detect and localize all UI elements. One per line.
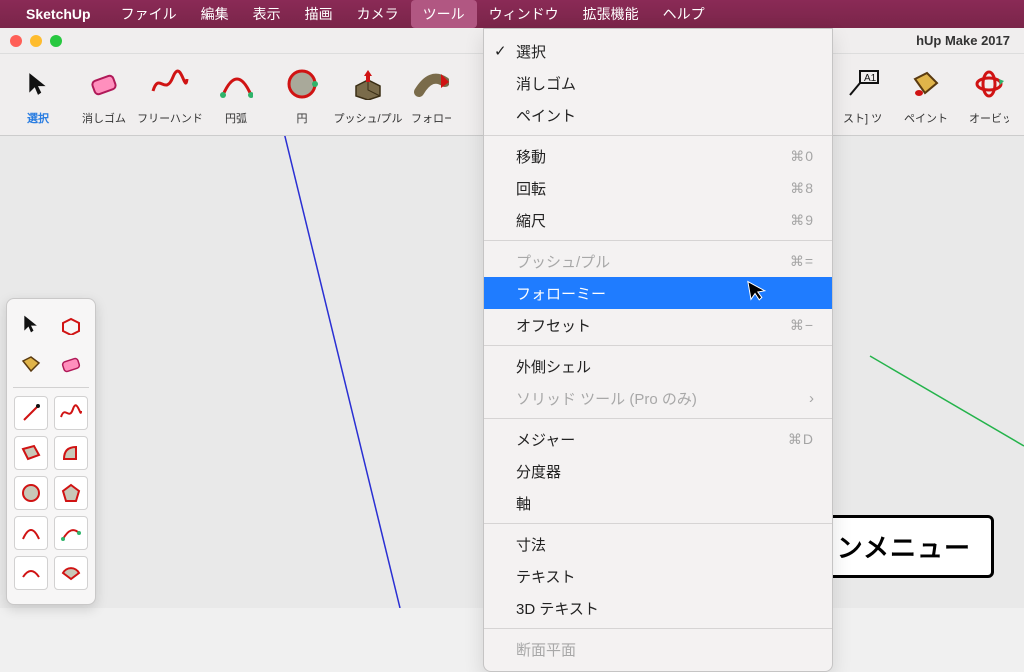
menu-item-pushpull[interactable]: プッシュ/プル⌘= (484, 245, 832, 277)
palette-rectangle[interactable] (14, 436, 48, 470)
palette-freehand[interactable] (54, 396, 88, 430)
menu-separator (484, 523, 832, 524)
tool-arc[interactable]: 円弧 (208, 64, 264, 126)
tool-label: プッシュ/プル (333, 110, 402, 126)
menu-item-section[interactable]: 断面平面 (484, 633, 832, 665)
palette-rotated-rect[interactable] (54, 436, 88, 470)
menu-window[interactable]: ウィンドウ (477, 0, 571, 28)
blue-axis (280, 136, 400, 608)
tool-eraser[interactable]: 消しゴム (76, 64, 132, 126)
tool-text[interactable]: A1 スト] ツール (838, 64, 888, 126)
app-name[interactable]: SketchUp (26, 6, 91, 22)
palette-eraser[interactable] (54, 347, 88, 381)
close-button[interactable] (10, 35, 22, 47)
menu-separator (484, 345, 832, 346)
menu-item-solidtools: ソリッド ツール (Pro のみ)› (484, 382, 832, 414)
menu-item-followme[interactable]: フォローミー (484, 277, 832, 309)
menu-tools[interactable]: ツール (411, 0, 477, 28)
pushpull-icon (348, 64, 388, 104)
menu-item-offset[interactable]: オフセット⌘− (484, 309, 832, 341)
tools-dropdown: 選択 消しゴム ペイント 移動⌘0 回転⌘8 縮尺⌘9 プッシュ/プル⌘= フォ… (483, 28, 833, 672)
eraser-icon (84, 64, 124, 104)
menu-file[interactable]: ファイル (109, 0, 189, 28)
menu-extensions[interactable]: 拡張機能 (571, 0, 651, 28)
palette-line[interactable] (14, 396, 48, 430)
palette-3pt-arc[interactable] (14, 556, 48, 590)
tool-label: 消しゴム (82, 110, 126, 126)
tool-label: 円 (297, 110, 308, 126)
menu-item-tape[interactable]: メジャー⌘D (484, 423, 832, 455)
palette-paint[interactable] (14, 347, 48, 381)
palette-2pt-arc[interactable] (54, 516, 88, 550)
menu-item-axes[interactable]: 軸 (484, 487, 832, 519)
followme-icon (411, 64, 451, 104)
tool-followme[interactable]: フォローミ (406, 64, 456, 126)
tool-label: ペイント (904, 110, 948, 126)
menu-item-scale[interactable]: 縮尺⌘9 (484, 204, 832, 236)
menu-item-text[interactable]: テキスト (484, 560, 832, 592)
menu-help[interactable]: ヘルプ (651, 0, 717, 28)
tool-label: フリーハンド (137, 110, 203, 126)
minimize-button[interactable] (30, 35, 42, 47)
circle-icon (282, 64, 322, 104)
palette-component[interactable] (54, 307, 88, 341)
select-icon (18, 64, 58, 104)
orbit-icon (969, 64, 1009, 104)
tool-label: オービッ (969, 110, 1009, 126)
tool-select[interactable]: 選択 (10, 64, 66, 126)
menu-separator (484, 418, 832, 419)
tool-circle[interactable]: 円 (274, 64, 330, 126)
menu-separator (484, 135, 832, 136)
window-title: hUp Make 2017 (916, 33, 1010, 48)
tool-label: 選択 (27, 110, 49, 126)
tool-label: フォローミ (411, 110, 451, 126)
menu-item-rotate[interactable]: 回転⌘8 (484, 172, 832, 204)
paint-icon (906, 64, 946, 104)
palette-select[interactable] (14, 307, 48, 341)
svg-text:A1: A1 (864, 73, 877, 84)
menu-camera[interactable]: カメラ (345, 0, 411, 28)
tool-freehand[interactable]: フリーハンド (142, 64, 198, 126)
freehand-icon (150, 64, 190, 104)
menu-edit[interactable]: 編集 (189, 0, 241, 28)
tool-label: スト] ツール (843, 110, 883, 126)
palette-circle[interactable] (14, 476, 48, 510)
green-axis (870, 356, 1024, 446)
tool-paint[interactable]: ペイント (898, 64, 954, 126)
menu-view[interactable]: 表示 (241, 0, 293, 28)
menu-item-dimensions[interactable]: 寸法 (484, 528, 832, 560)
menu-item-select[interactable]: 選択 (484, 35, 832, 67)
palette-pie[interactable] (54, 556, 88, 590)
system-menubar: SketchUp ファイル 編集 表示 描画 カメラ ツール ウィンドウ 拡張機… (0, 0, 1024, 28)
tool-pushpull[interactable]: プッシュ/プル (340, 64, 396, 126)
menu-item-protractor[interactable]: 分度器 (484, 455, 832, 487)
arc-icon (216, 64, 256, 104)
zoom-button[interactable] (50, 35, 62, 47)
menu-draw[interactable]: 描画 (293, 0, 345, 28)
menu-item-paint[interactable]: ペイント (484, 99, 832, 131)
palette-polygon[interactable] (54, 476, 88, 510)
menu-separator (484, 628, 832, 629)
tool-orbit[interactable]: オービッ (964, 64, 1014, 126)
chevron-right-icon: › (809, 390, 814, 407)
traffic-lights (10, 35, 62, 47)
menu-item-eraser[interactable]: 消しゴム (484, 67, 832, 99)
menu-separator (484, 240, 832, 241)
menu-item-3dtext[interactable]: 3D テキスト (484, 592, 832, 624)
text-icon: A1 (843, 64, 883, 104)
tool-palette[interactable] (6, 298, 96, 605)
menu-item-outershell[interactable]: 外側シェル (484, 350, 832, 382)
palette-arc[interactable] (14, 516, 48, 550)
tool-label: 円弧 (225, 110, 247, 126)
menu-item-move[interactable]: 移動⌘0 (484, 140, 832, 172)
